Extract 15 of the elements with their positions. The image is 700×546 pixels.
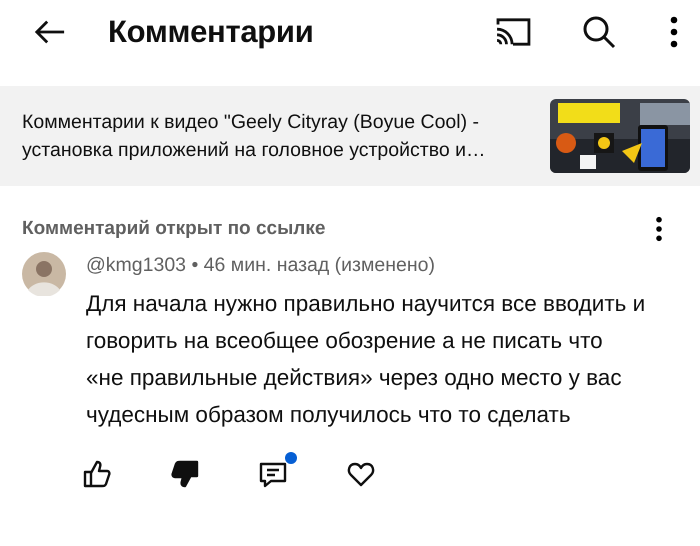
avatar[interactable]	[22, 252, 66, 296]
more-icon[interactable]	[670, 16, 678, 48]
cast-icon[interactable]	[494, 17, 532, 47]
comment-time: • 46 мин. назад (изменено)	[191, 254, 435, 276]
comment-author[interactable]: @kmg1303	[86, 254, 186, 276]
search-icon[interactable]	[582, 15, 616, 49]
thumbs-down-icon[interactable]	[170, 459, 200, 489]
back-icon[interactable]	[34, 19, 66, 45]
video-banner[interactable]: Комментарии к видео "Geely Cityray (Boyue Cool) - установка приложений на головное устройство и…	[0, 86, 700, 186]
comment-text: Для начала нужно правильно научится все вводить и говорить на всеобщее обозрение а не писать что «не правильные действия» через одно место у вас чудесным образом получилось что то сделать	[86, 290, 646, 429]
thumbs-up-icon[interactable]	[82, 459, 112, 489]
page-title: Комментарии	[108, 14, 314, 50]
video-caption: Комментарии к видео "Geely Cityray (Boyue Cool) - установка приложений на головное устройство и…	[22, 110, 486, 163]
section-label: Комментарий открыт по ссылке	[22, 218, 326, 240]
more-icon[interactable]	[655, 216, 663, 242]
